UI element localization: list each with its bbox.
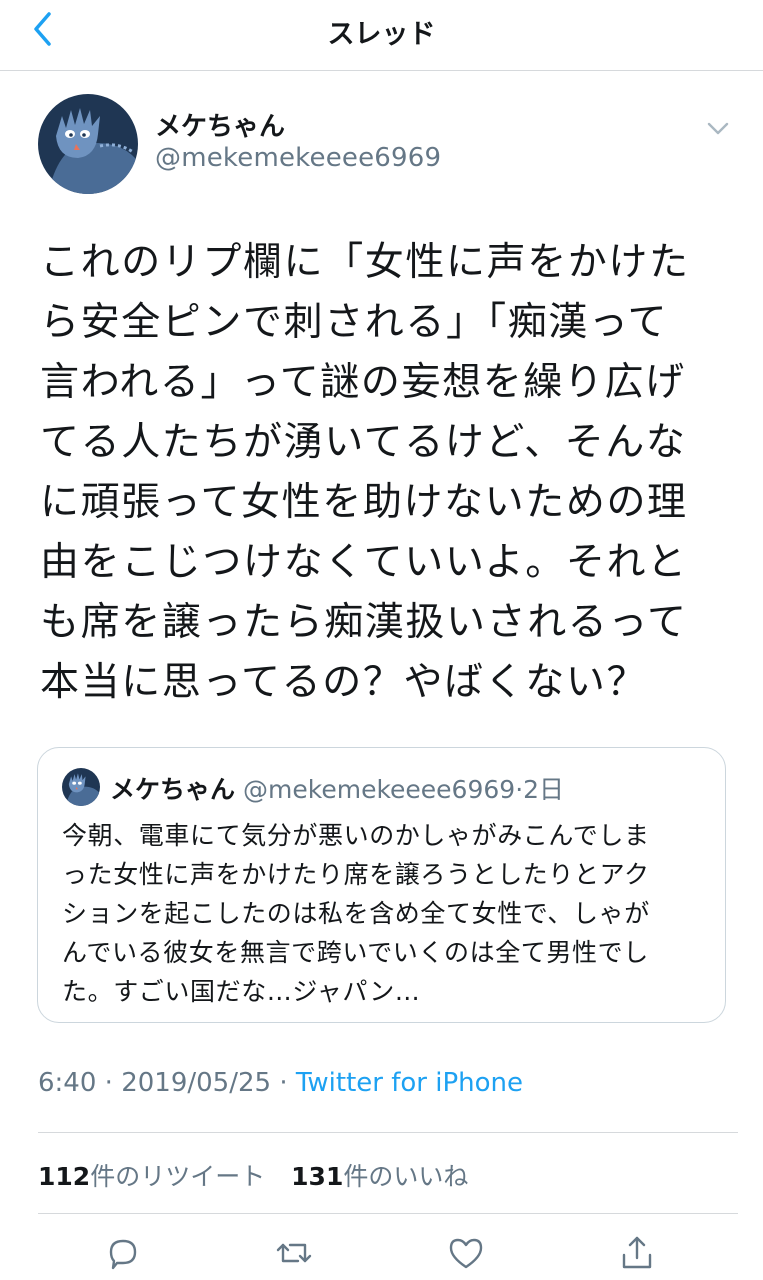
- quoted-user-handle: @mekemekeeee6969: [243, 775, 516, 804]
- navigation-bar: スレッド: [0, 0, 763, 71]
- meta-separator: ·: [279, 1068, 288, 1098]
- engagement-stats: 112件のリツイート 131件のいいね: [38, 1157, 468, 1193]
- quoted-tweet-card[interactable]: メケちゃん @mekemekeeee6969·2日 今朝、電車にて気分が悪いのかし…: [37, 747, 726, 1023]
- quoted-tweet-text: 今朝、電車にて気分が悪いのかしゃがみこんでしま った女性に声をかけたり席を譲ろう…: [62, 821, 650, 1006]
- more-options-button[interactable]: [704, 114, 732, 142]
- divider: [38, 1132, 738, 1133]
- retweets-label: 件のリツイート: [90, 1162, 266, 1191]
- reply-button[interactable]: [103, 1233, 143, 1273]
- likes-stat[interactable]: 131件のいいね: [291, 1162, 468, 1191]
- retweet-arrows-icon: [276, 1243, 312, 1263]
- quoted-tweet-age: 2日: [523, 775, 565, 804]
- meta-separator: ·: [104, 1068, 113, 1098]
- tweet-timestamp: 6:40 · 2019/05/25 · Twitter for iPhone: [38, 1068, 523, 1098]
- likes-count: 131: [291, 1162, 344, 1191]
- display-name[interactable]: メケちゃん: [155, 106, 285, 143]
- user-handle[interactable]: @mekemekeeee6969: [155, 143, 441, 173]
- retweet-button[interactable]: [274, 1233, 314, 1273]
- divider: [38, 1213, 738, 1214]
- quoted-display-name: メケちゃん: [110, 775, 236, 804]
- tweet-date: 2019/05/25: [121, 1068, 272, 1098]
- quoted-avatar: [62, 768, 100, 806]
- heart-icon: [449, 1238, 483, 1269]
- chevron-down-icon: [707, 122, 729, 135]
- tweet-source-link[interactable]: Twitter for iPhone: [296, 1068, 523, 1098]
- meta-separator: ·: [515, 775, 524, 804]
- share-upload-icon: [622, 1236, 652, 1269]
- tweet-text: これのリプ欄に「女性に声をかけた ら安全ピンで刺される」「痴漢って 言われる」っ…: [40, 240, 690, 705]
- retweets-count: 112: [38, 1162, 91, 1191]
- speech-bubble-icon: [109, 1239, 137, 1270]
- quoted-tweet-header: メケちゃん @mekemekeeee6969·2日: [110, 770, 564, 806]
- share-button[interactable]: [617, 1233, 657, 1273]
- avatar[interactable]: [38, 94, 138, 194]
- like-button[interactable]: [446, 1233, 486, 1273]
- retweets-stat[interactable]: 112件のリツイート: [38, 1162, 265, 1191]
- tweet-time: 6:40: [38, 1068, 97, 1098]
- likes-label: 件のいいね: [343, 1162, 469, 1191]
- page-title: スレッド: [327, 19, 436, 50]
